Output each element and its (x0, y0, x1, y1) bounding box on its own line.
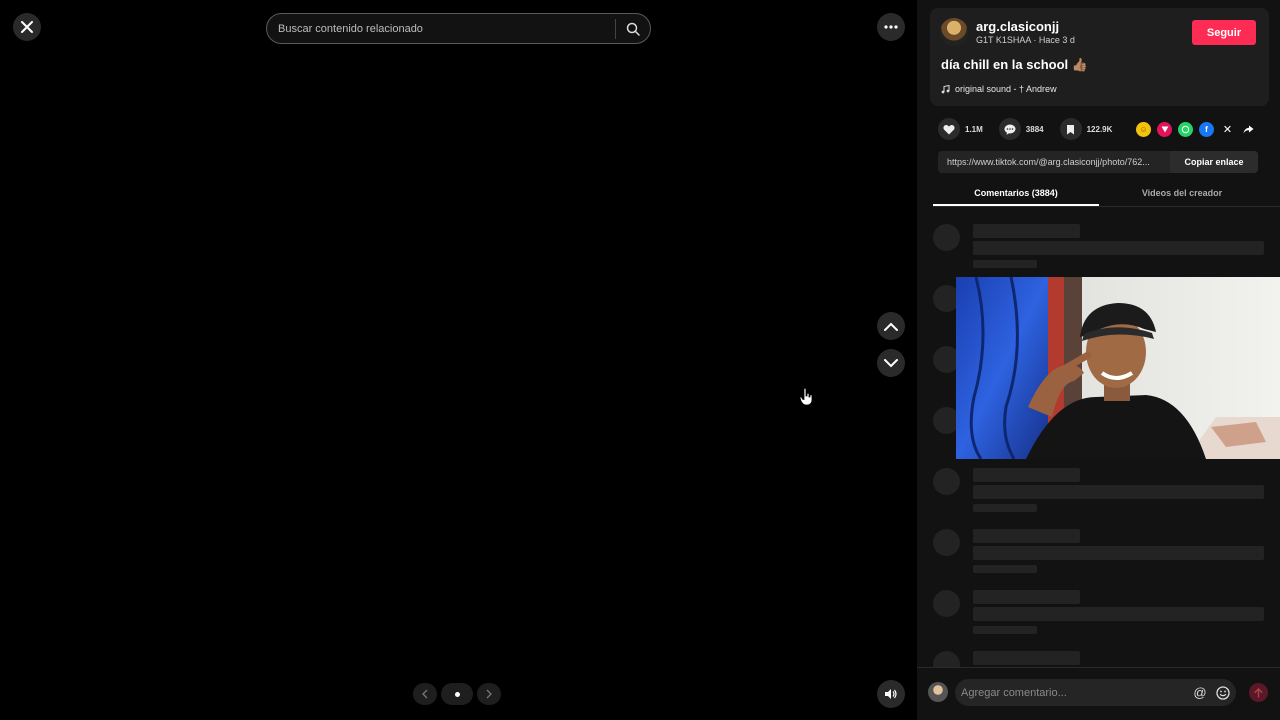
send-comment-button[interactable] (1249, 683, 1268, 702)
pager-dot (454, 691, 460, 697)
comment-box: @ (955, 679, 1236, 706)
music-note-icon (941, 84, 950, 93)
pager-prev-button[interactable] (413, 683, 437, 705)
volume-icon (885, 689, 897, 699)
image-pager (413, 683, 501, 705)
link-row: https://www.tiktok.com/@arg.clasiconjj/p… (938, 151, 1258, 173)
repost-share-icon[interactable] (1157, 122, 1172, 137)
like-count: 1.1M (965, 124, 983, 134)
pager-next-button[interactable] (477, 683, 501, 705)
comment-skeleton (917, 215, 1280, 276)
comment-count: 3884 (1025, 124, 1044, 134)
post-info-card: arg.clasiconjj G1T K1SHAA · Hace 3 d Seg… (930, 8, 1269, 106)
next-post-button[interactable] (877, 349, 905, 377)
panel-tabs: Comentarios (3884) Videos del creador (933, 182, 1280, 207)
share-icons: ☺ f ✕ (1136, 122, 1256, 137)
comment-input[interactable] (955, 686, 1190, 699)
comment-button[interactable]: 3884 (998, 118, 1044, 140)
volume-button[interactable] (877, 680, 905, 708)
save-button[interactable]: 122.9K (1059, 118, 1113, 140)
chevron-left-icon (422, 689, 428, 699)
emoji-icon[interactable] (1213, 683, 1233, 703)
chevron-down-icon (884, 358, 898, 367)
current-user-avatar (928, 682, 948, 702)
avatar[interactable] (940, 18, 968, 46)
search-input[interactable] (267, 14, 615, 43)
search-bar (266, 13, 651, 44)
media-viewer (0, 0, 917, 720)
close-icon (21, 21, 33, 33)
mouse-cursor-icon (799, 388, 813, 406)
like-button[interactable]: 1.1M (938, 118, 983, 140)
comment-skeleton (917, 459, 1280, 520)
search-button[interactable] (616, 14, 650, 43)
sound-name: original sound - † Andrew (955, 84, 1057, 94)
photo-preview[interactable] (956, 277, 1280, 459)
post-meta: G1T K1SHAA · Hace 3 d (976, 35, 1075, 45)
heart-icon (938, 118, 960, 140)
embed-share-icon[interactable]: ☺ (1136, 122, 1151, 137)
bookmark-icon (1059, 118, 1082, 140)
chevron-right-icon (486, 689, 492, 699)
tab-comments[interactable]: Comentarios (3884) (933, 182, 1099, 206)
pager-indicator (441, 683, 473, 705)
copy-link-button[interactable]: Copiar enlace (1170, 151, 1258, 173)
tab-creator-videos[interactable]: Videos del creador (1099, 182, 1265, 206)
whatsapp-share-icon[interactable] (1178, 122, 1193, 137)
previous-post-button[interactable] (877, 312, 905, 340)
comment-icon (998, 118, 1021, 140)
comment-skeleton (917, 581, 1280, 642)
more-icon (884, 25, 898, 29)
share-link[interactable]: https://www.tiktok.com/@arg.clasiconjj/p… (938, 157, 1170, 167)
mention-icon[interactable]: @ (1190, 683, 1210, 703)
comment-skeleton (917, 520, 1280, 581)
more-options-button[interactable] (877, 13, 905, 41)
sound-link[interactable]: original sound - † Andrew (941, 84, 1057, 94)
comment-skeleton (917, 642, 1280, 667)
facebook-share-icon[interactable]: f (1199, 122, 1214, 137)
comment-composer: @ (917, 667, 1280, 720)
arrow-up-icon (1254, 687, 1263, 698)
close-button[interactable] (13, 13, 41, 41)
forward-share-icon[interactable] (1241, 122, 1256, 137)
follow-button[interactable]: Seguir (1192, 20, 1256, 45)
save-count: 122.9K (1086, 124, 1113, 134)
username[interactable]: arg.clasiconjj (976, 19, 1059, 34)
chevron-up-icon (884, 322, 898, 331)
post-caption: día chill en la school 👍🏽 (941, 57, 1088, 72)
search-icon (626, 22, 640, 36)
x-share-icon[interactable]: ✕ (1220, 122, 1235, 137)
